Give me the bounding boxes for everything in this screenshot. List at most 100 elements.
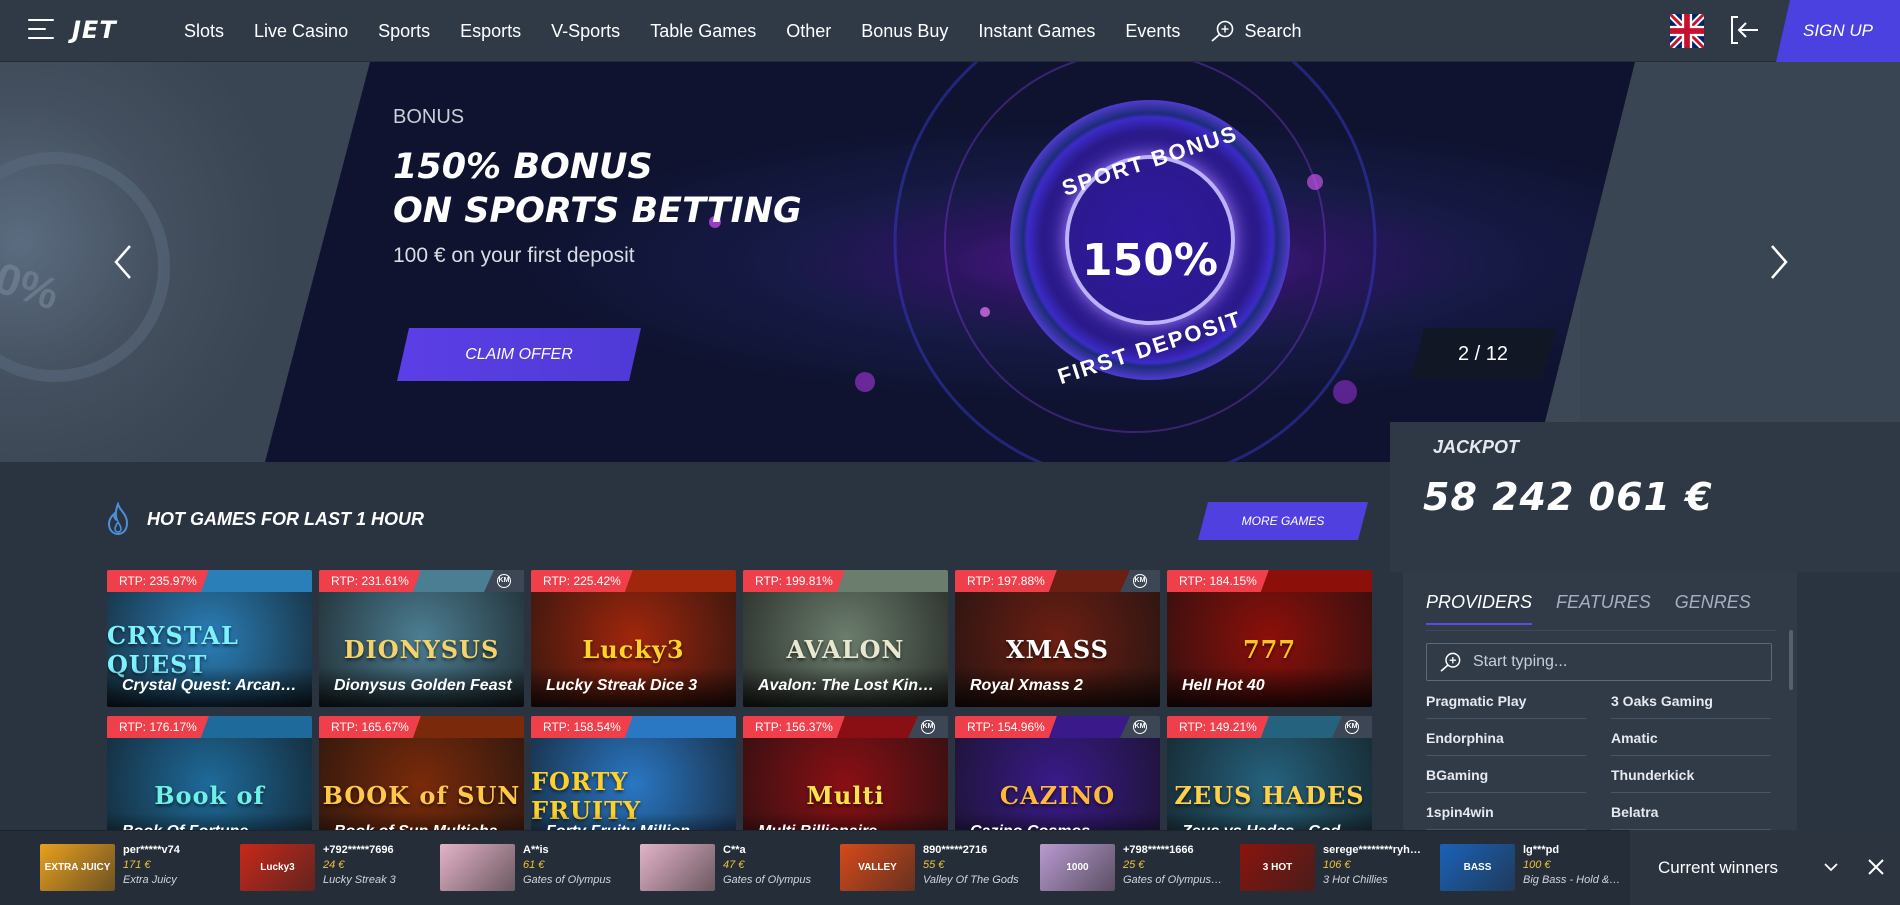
- game-card[interactable]: XMASS RTP: 197.88% KM Royal Xmass 2: [955, 570, 1160, 707]
- search-icon: [1440, 652, 1461, 672]
- prev-slide-arrow-icon[interactable]: [112, 240, 134, 284]
- winners-list: EXTRA JUICY per*****v74 171 € Extra Juicy Lu…: [40, 844, 1623, 891]
- more-games-button[interactable]: MORE GAMES: [1198, 502, 1368, 540]
- game-title: Hell Hot 40: [1167, 667, 1372, 707]
- site-logo[interactable]: JET: [72, 16, 117, 44]
- winner-item[interactable]: BASS lg***pd 100 € Big Bass - Hold & …: [1440, 844, 1623, 891]
- menu-icon[interactable]: [28, 19, 56, 43]
- winner-game-thumbnail: BASS: [1440, 844, 1515, 891]
- provider-search-input[interactable]: [1473, 653, 1753, 671]
- winner-game-thumbnail: 1000: [1040, 844, 1115, 891]
- nav-bonus-buy[interactable]: Bonus Buy: [861, 21, 948, 42]
- rtp-badge: RTP: 235.97%: [107, 570, 209, 592]
- winner-text: 890*****2716 55 € Valley Of The Gods: [923, 844, 1023, 891]
- winner-text: A**is 61 € Gates of Olympus: [523, 844, 623, 891]
- nav-other[interactable]: Other: [786, 21, 831, 42]
- close-icon[interactable]: [1866, 857, 1886, 877]
- winner-text: per*****v74 171 € Extra Juicy: [123, 844, 223, 891]
- game-title: Dionysus Golden Feast: [319, 667, 524, 707]
- next-slide-arrow-icon[interactable]: [1768, 240, 1790, 284]
- chevron-down-icon[interactable]: [1822, 858, 1840, 876]
- winner-user: serege********ryha…: [1323, 844, 1423, 856]
- winner-game-thumbnail: EXTRA JUICY: [40, 844, 115, 891]
- rtp-badge: RTP: 149.21%: [1167, 716, 1269, 738]
- game-card[interactable]: CRYSTAL QUEST RTP: 235.97% Crystal Quest: …: [107, 570, 312, 707]
- winner-amount: 100 €: [1523, 859, 1551, 871]
- nav-slots[interactable]: Slots: [184, 21, 224, 42]
- game-card[interactable]: DIONYSUS RTP: 231.61% KM Dionysus Golden Fe…: [319, 570, 524, 707]
- provider-item[interactable]: Amatic: [1611, 727, 1771, 756]
- provider-item[interactable]: Thunderkick: [1611, 764, 1771, 793]
- km-badge-icon: KM: [1120, 570, 1160, 592]
- nav-sports[interactable]: Sports: [378, 21, 430, 42]
- provider-item[interactable]: 1spin4win: [1426, 801, 1586, 830]
- winner-game: Gates of Olympus: [523, 874, 612, 886]
- game-card[interactable]: AVALON RTP: 199.81% Avalon: The Lost King…: [743, 570, 948, 707]
- game-card[interactable]: 777 RTP: 184.15% Hell Hot 40: [1167, 570, 1372, 707]
- medal-percent: 150%: [1082, 235, 1218, 286]
- winner-item[interactable]: 1000 +798*****1666 25 € Gates of Olympus…: [1040, 844, 1223, 891]
- rtp-badge: RTP: 165.67%: [319, 716, 421, 738]
- slide-title-line-1: 150% BONUS: [393, 147, 653, 187]
- nav-v-sports[interactable]: V-Sports: [551, 21, 620, 42]
- signup-button[interactable]: SIGN UP: [1776, 0, 1900, 62]
- km-badge-icon: KM: [1120, 716, 1160, 738]
- tabs-divider: [1426, 630, 1776, 631]
- slide-subtitle: 100 € on your first deposit: [393, 244, 635, 267]
- winner-game: Lucky Streak 3: [323, 874, 396, 886]
- game-card[interactable]: Lucky3 RTP: 225.42% Lucky Streak Dice 3: [531, 570, 736, 707]
- provider-search-field: [1426, 643, 1772, 681]
- winner-item[interactable]: 3 HOT serege********ryha… 106 € 3 Hot Chill…: [1240, 844, 1423, 891]
- provider-item[interactable]: Endorphina: [1426, 727, 1586, 756]
- nav-instant-games[interactable]: Instant Games: [978, 21, 1095, 42]
- providers-tabs: PROVIDERS FEATURES GENRES: [1426, 592, 1751, 625]
- winner-game-thumbnail: 3 HOT: [1240, 844, 1315, 891]
- slide-title-line-2: ON SPORTS BETTING: [393, 191, 802, 231]
- hot-games-title: HOT GAMES FOR LAST 1 HOUR: [147, 508, 425, 529]
- games-grid: CRYSTAL QUEST RTP: 235.97% Crystal Quest: …: [107, 570, 1373, 853]
- login-icon[interactable]: [1730, 15, 1760, 45]
- uk-flag-icon[interactable]: [1670, 14, 1704, 48]
- tab-features[interactable]: FEATURES: [1556, 592, 1651, 625]
- winner-text: +798*****1666 25 € Gates of Olympus…: [1123, 844, 1223, 891]
- game-title: Royal Xmass 2: [955, 667, 1160, 707]
- nav-events[interactable]: Events: [1125, 21, 1180, 42]
- provider-item[interactable]: Belatra: [1611, 801, 1771, 830]
- rtp-badge: RTP: 225.42%: [531, 570, 633, 592]
- tab-providers[interactable]: PROVIDERS: [1426, 592, 1533, 625]
- game-title: Lucky Streak Dice 3: [531, 667, 736, 707]
- winner-item[interactable]: A**is 61 € Gates of Olympus: [440, 844, 623, 891]
- winner-user: +798*****1666: [1123, 844, 1194, 856]
- winner-game-thumbnail: [440, 844, 515, 891]
- winner-game: Gates of Olympus…: [1123, 874, 1223, 886]
- winner-item[interactable]: EXTRA JUICY per*****v74 171 € Extra Juicy: [40, 844, 223, 891]
- winner-user: +792*****7696: [323, 844, 394, 856]
- nav-esports[interactable]: Esports: [460, 21, 521, 42]
- winner-text: +792*****7696 24 € Lucky Streak 3: [323, 844, 423, 891]
- claim-offer-button[interactable]: CLAIM OFFER: [397, 328, 641, 381]
- winner-game-thumbnail: [640, 844, 715, 891]
- nav-live-casino[interactable]: Live Casino: [254, 21, 348, 42]
- winner-item[interactable]: C**a 47 € Gates of Olympus: [640, 844, 823, 891]
- current-winners-label: Current winners: [1658, 858, 1778, 877]
- winner-item[interactable]: VALLEY 890*****2716 55 € Valley Of The Gods: [840, 844, 1023, 891]
- km-badge-icon: KM: [484, 570, 524, 592]
- winner-user: per*****v74: [123, 844, 180, 856]
- winner-game: Big Bass - Hold & …: [1523, 874, 1623, 886]
- providers-scrollbar[interactable]: [1789, 630, 1793, 690]
- game-title: Crystal Quest: Arcane…: [107, 667, 312, 707]
- winner-amount: 24 €: [323, 859, 345, 871]
- tab-genres[interactable]: GENRES: [1675, 592, 1751, 625]
- nav-table-games[interactable]: Table Games: [650, 21, 756, 42]
- winner-text: lg***pd 100 € Big Bass - Hold & …: [1523, 844, 1623, 891]
- provider-item[interactable]: 3 Oaks Gaming: [1611, 690, 1771, 719]
- winner-item[interactable]: Lucky3 +792*****7696 24 € Lucky Streak 3: [240, 844, 423, 891]
- provider-item[interactable]: Pragmatic Play: [1426, 690, 1586, 719]
- slide-counter: 2 / 12: [1410, 328, 1556, 380]
- rtp-badge: RTP: 184.15%: [1167, 570, 1269, 592]
- provider-item[interactable]: BGaming: [1426, 764, 1586, 793]
- rtp-badge: RTP: 199.81%: [743, 570, 845, 592]
- nav-search[interactable]: Search: [1210, 20, 1301, 42]
- rtp-badge: RTP: 176.17%: [107, 716, 209, 738]
- winners-controls: Current winners: [1630, 830, 1900, 905]
